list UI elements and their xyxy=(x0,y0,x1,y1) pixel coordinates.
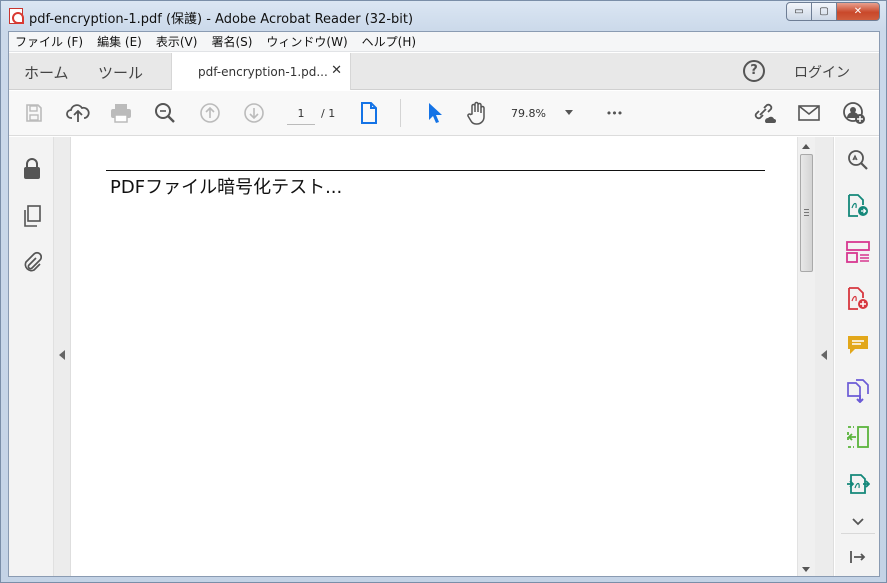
select-cursor-icon[interactable] xyxy=(420,99,448,127)
menu-file[interactable]: ファイル (F) xyxy=(15,33,83,50)
document-rule-line xyxy=(106,170,765,171)
close-window-button[interactable]: ✕ xyxy=(836,2,880,21)
help-icon[interactable]: ? xyxy=(743,60,765,82)
window-title: pdf-encryption-1.pdf (保護) - Adobe Acroba… xyxy=(29,12,414,27)
upload-cloud-icon[interactable] xyxy=(64,99,92,127)
print-icon[interactable] xyxy=(107,99,135,127)
zoom-level[interactable]: 79.8% xyxy=(511,107,546,120)
tab-bar: ホーム ツール pdf-encryption-1.pd... ✕ ? ログイン xyxy=(9,53,879,90)
close-tab-icon[interactable]: ✕ xyxy=(331,63,342,78)
page-number-input[interactable]: 1 xyxy=(287,103,315,125)
scroll-up-icon[interactable] xyxy=(802,144,810,149)
close-icon: ✕ xyxy=(853,6,863,17)
tab-document[interactable]: pdf-encryption-1.pd... ✕ xyxy=(171,53,351,90)
create-pdf-icon[interactable] xyxy=(845,286,871,312)
menu-help[interactable]: ヘルプ(H) xyxy=(362,33,416,50)
document-tab-label: pdf-encryption-1.pd... xyxy=(198,65,328,79)
left-navigation-pane xyxy=(9,137,54,576)
sign-icon[interactable] xyxy=(845,471,871,497)
window-controls: ▭ ▢ ✕ xyxy=(786,2,880,21)
more-options-icon[interactable]: ••• xyxy=(600,99,628,127)
lock-icon[interactable] xyxy=(20,157,44,181)
document-viewer[interactable]: PDFファイル暗号化テスト... xyxy=(72,137,797,576)
right-pane-divider xyxy=(841,533,875,534)
menu-view[interactable]: 表示(V) xyxy=(156,33,198,50)
acrobat-document-icon xyxy=(9,8,24,24)
maximize-button[interactable]: ▢ xyxy=(811,2,837,21)
login-button[interactable]: ログイン xyxy=(794,62,850,82)
page-total: / 1 xyxy=(321,107,336,120)
menu-window[interactable]: ウィンドウ(W) xyxy=(266,33,347,50)
previous-page-icon[interactable] xyxy=(196,99,224,127)
scroll-grip-icon xyxy=(804,209,809,216)
comment-icon[interactable] xyxy=(845,332,871,358)
share-link-icon[interactable] xyxy=(750,99,778,127)
menu-sign[interactable]: 署名(S) xyxy=(211,33,252,50)
next-page-icon[interactable] xyxy=(240,99,268,127)
expand-more-icon[interactable] xyxy=(845,509,871,535)
scroll-thumb[interactable] xyxy=(800,154,813,272)
vertical-scrollbar[interactable] xyxy=(797,137,815,576)
pages-icon[interactable] xyxy=(20,204,44,228)
scroll-down-icon[interactable] xyxy=(802,567,810,572)
zoom-search-icon[interactable] xyxy=(151,99,179,127)
document-text: PDFファイル暗号化テスト... xyxy=(110,177,343,198)
menu-edit[interactable]: 編集 (E) xyxy=(97,33,142,50)
enhance-scan-icon[interactable] xyxy=(845,147,871,173)
export-pdf-icon[interactable] xyxy=(845,193,871,219)
tab-home[interactable]: ホーム xyxy=(24,62,69,83)
collapse-pane-icon[interactable] xyxy=(845,544,871,570)
maximize-icon: ▢ xyxy=(819,6,829,17)
attachment-icon[interactable] xyxy=(20,250,44,274)
app-window: pdf-encryption-1.pdf (保護) - Adobe Acroba… xyxy=(0,0,887,583)
left-pane-toggle[interactable] xyxy=(54,137,71,576)
zoom-dropdown-icon[interactable] xyxy=(565,110,573,115)
tab-tools[interactable]: ツール xyxy=(98,62,143,83)
app-client-area: ファイル (F) 編集 (E) 表示(V) 署名(S) ウィンドウ(W) ヘルプ… xyxy=(8,31,880,577)
right-tools-pane xyxy=(835,137,879,576)
email-icon[interactable] xyxy=(795,99,823,127)
add-user-icon[interactable] xyxy=(840,99,868,127)
menu-bar: ファイル (F) 編集 (E) 表示(V) 署名(S) ウィンドウ(W) ヘルプ… xyxy=(9,32,879,52)
collapse-left-icon xyxy=(59,350,65,360)
hand-tool-icon[interactable] xyxy=(463,99,491,127)
collapse-right-icon xyxy=(821,350,827,360)
toolbar-divider xyxy=(400,99,401,127)
main-toolbar: 1 / 1 79.8% ••• xyxy=(9,91,879,136)
combine-files-icon[interactable] xyxy=(845,378,871,404)
organize-pages-icon[interactable] xyxy=(845,239,871,265)
minimize-icon: ▭ xyxy=(794,6,804,17)
compress-icon[interactable] xyxy=(845,424,871,450)
page-view-icon[interactable] xyxy=(355,99,383,127)
right-pane-toggle[interactable] xyxy=(815,137,834,576)
save-icon[interactable] xyxy=(20,99,48,127)
title-bar: pdf-encryption-1.pdf (保護) - Adobe Acroba… xyxy=(1,1,886,31)
minimize-button[interactable]: ▭ xyxy=(786,2,812,21)
